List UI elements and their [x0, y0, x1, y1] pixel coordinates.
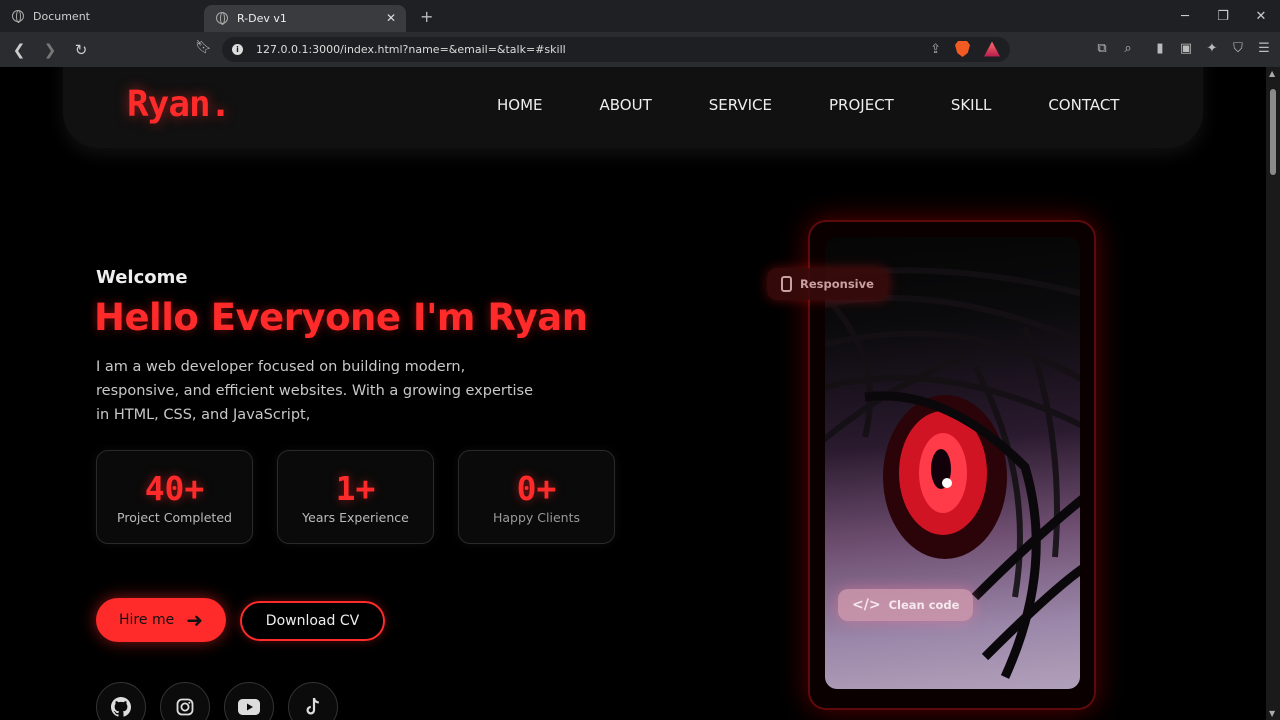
youtube-icon[interactable] [224, 682, 274, 720]
nav-home[interactable]: HOME [497, 96, 543, 114]
nav-about[interactable]: ABOUT [600, 96, 652, 114]
download-cv-button[interactable]: Download CV [240, 601, 385, 641]
stat-label: Years Experience [302, 510, 409, 525]
nav-project[interactable]: PROJECT [829, 96, 894, 114]
hire-me-label: Hire me [119, 612, 175, 628]
new-tab-button[interactable]: + [420, 7, 433, 26]
welcome-text: Welcome [96, 267, 188, 288]
globe-icon [216, 12, 228, 25]
nav-menu: HOME ABOUT SERVICE PROJECT SKILL CONTACT [497, 96, 1119, 114]
instagram-icon[interactable] [160, 682, 210, 720]
stat-experience: 1+ Years Experience [277, 450, 434, 544]
scrollbar-thumb[interactable] [1270, 89, 1276, 175]
clean-code-chip-label: Clean code [888, 598, 960, 612]
rewards-badge: 1 [996, 41, 1000, 49]
restore-button[interactable]: ❐ [1204, 9, 1242, 24]
share-icon[interactable]: ⇪ [930, 42, 941, 57]
stat-clients: 0+ Happy Clients [458, 450, 615, 544]
clean-code-chip: </> Clean code [838, 589, 974, 621]
nav-skill[interactable]: SKILL [951, 96, 992, 114]
github-icon[interactable] [96, 682, 146, 720]
leo-ai-icon[interactable]: ✦ [1204, 41, 1220, 57]
stat-label: Project Completed [117, 510, 232, 525]
hero-anime-eye-image [825, 237, 1080, 689]
minimize-button[interactable]: ─ [1166, 9, 1204, 24]
arrow-right-icon: ➜ [186, 608, 203, 632]
social-links [96, 682, 338, 720]
sidebar-icon[interactable]: ▮ [1152, 41, 1168, 57]
tiktok-icon[interactable] [288, 682, 338, 720]
stats-row: 40+ Project Completed 1+ Years Experienc… [96, 450, 615, 544]
menu-icon[interactable]: ☰ [1256, 41, 1272, 57]
address-bar[interactable]: i 127.0.0.1:3000/index.html?name=&email=… [222, 37, 1010, 62]
tab-title: R-Dev v1 [237, 11, 287, 25]
nav-service[interactable]: SERVICE [709, 96, 772, 114]
page-scrollbar[interactable]: ▲ ▼ [1266, 67, 1280, 720]
phone-icon [781, 276, 792, 292]
responsive-chip: Responsive [767, 268, 888, 300]
url-text: 127.0.0.1:3000/index.html?name=&email=&t… [256, 43, 566, 56]
stat-value: 0+ [516, 469, 557, 508]
stat-value: 1+ [335, 469, 376, 508]
code-icon: </> [852, 597, 881, 613]
hero-description: I am a web developer focused on building… [96, 359, 534, 423]
site-logo[interactable]: Ryan. [127, 84, 231, 125]
site-navbar: Ryan. HOME ABOUT SERVICE PROJECT SKILL C… [63, 67, 1203, 148]
nav-contact[interactable]: CONTACT [1048, 96, 1119, 114]
tab-r-dev[interactable]: R-Dev v1 ✕ [204, 4, 406, 32]
tab-title: Document [33, 9, 90, 23]
stat-value: 40+ [144, 469, 205, 508]
download-cv-label: Download CV [265, 613, 360, 629]
scroll-down-icon[interactable]: ▼ [1269, 709, 1275, 718]
hero-headline: Hello Everyone I'm Ryan [94, 296, 588, 339]
hire-me-button[interactable]: Hire me ➜ [96, 598, 226, 642]
close-tab-icon[interactable]: ✕ [386, 11, 396, 25]
browser-tab-bar: Document R-Dev v1 ✕ + ─ ❐ ✕ [0, 0, 1280, 32]
screenshot-icon[interactable]: ⌕ [1120, 41, 1136, 57]
forward-button[interactable]: ❯ [38, 38, 62, 62]
stat-projects: 40+ Project Completed [96, 450, 253, 544]
tab-document[interactable]: Document [0, 0, 204, 32]
bookmark-icon[interactable]: 🔖︎ [195, 40, 213, 58]
extension-icons: ⧉ ⌕ ▮ ▣ ✦ ⛉ ☰ [1094, 41, 1272, 57]
brave-rewards-icon[interactable]: 1 [984, 41, 1000, 57]
back-button[interactable]: ❮ [7, 38, 31, 62]
vpn-icon[interactable]: ⛉ [1230, 41, 1246, 57]
reload-button[interactable]: ↻ [69, 38, 93, 62]
globe-icon [12, 10, 24, 23]
scroll-up-icon[interactable]: ▲ [1269, 69, 1275, 78]
stat-label: Happy Clients [493, 510, 580, 525]
webpage: Ryan. HOME ABOUT SERVICE PROJECT SKILL C… [0, 67, 1266, 720]
extensions-icon[interactable]: ⧉ [1094, 41, 1110, 57]
brave-shields-icon[interactable] [955, 41, 970, 57]
close-window-button[interactable]: ✕ [1242, 9, 1280, 24]
site-info-icon[interactable]: i [232, 44, 243, 55]
responsive-chip-label: Responsive [800, 277, 874, 291]
wallet-icon[interactable]: ▣ [1178, 41, 1194, 57]
window-controls: ─ ❐ ✕ [1166, 0, 1280, 32]
